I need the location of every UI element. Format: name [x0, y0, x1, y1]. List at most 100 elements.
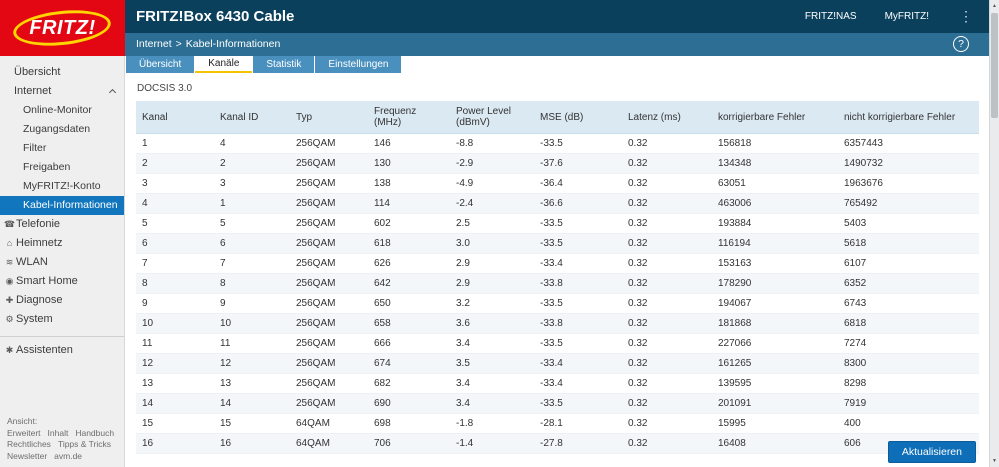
refresh-button[interactable]: Aktualisieren [887, 441, 976, 463]
table-cell: 227066 [712, 333, 838, 354]
table-cell: 139595 [712, 373, 838, 394]
sidebar-item-smart-home[interactable]: ◉ Smart Home [0, 272, 124, 291]
footer-link[interactable]: avm.de [54, 451, 82, 461]
tab-uebersicht[interactable]: Übersicht [126, 56, 195, 73]
table-cell: 116194 [712, 233, 838, 254]
tab-einstellungen[interactable]: Einstellungen [315, 56, 402, 73]
footer-link[interactable]: Rechtliches [7, 439, 51, 449]
table-cell: 650 [368, 293, 450, 314]
table-cell: 130 [368, 153, 450, 174]
table-cell: 10 [136, 313, 214, 334]
sidebar-item-freigaben[interactable]: Freigaben [0, 158, 124, 177]
scroll-up-icon[interactable]: ▲ [990, 0, 999, 12]
table-cell: 0.32 [622, 353, 712, 374]
table-cell: 194067 [712, 293, 838, 314]
table-cell: 256QAM [290, 253, 368, 274]
column-header: Typ [290, 101, 368, 134]
table-cell: 153163 [712, 253, 838, 274]
table-cell: 3.4 [450, 333, 534, 354]
table-row: 3 3 256QAM 138 -4.9 -36.4 0.32 63051 1963676 [136, 173, 979, 194]
table-cell: 8 [136, 273, 214, 294]
tab-kanaele[interactable]: Kanäle [195, 56, 253, 73]
table-cell: 3 [214, 173, 290, 194]
scrollbar[interactable]: ▲ ▼ [989, 0, 999, 467]
table-cell: 0.32 [622, 393, 712, 414]
table-cell: 0.32 [622, 413, 712, 434]
sidebar-item-label: Diagnose [16, 294, 63, 306]
footer-link[interactable]: Handbuch [75, 428, 114, 438]
table-cell: -33.5 [534, 393, 622, 414]
table-cell: 114 [368, 193, 450, 214]
breadcrumb-section[interactable]: Internet [136, 38, 172, 50]
sidebar-item-system[interactable]: ⚙ System [0, 310, 124, 329]
table-cell: 2.9 [450, 273, 534, 294]
table-cell: -8.8 [450, 133, 534, 154]
sidebar-item-label: Smart Home [16, 275, 78, 287]
table-row: 13 13 256QAM 682 3.4 -33.4 0.32 139595 8298 [136, 373, 979, 394]
table-row: 8 8 256QAM 642 2.9 -33.8 0.32 178290 6352 [136, 273, 979, 294]
table-cell: 12 [214, 353, 290, 374]
fritz-logo: FRITZ! [0, 0, 125, 56]
sidebar-item-telefonie[interactable]: ☎Telefonie [0, 215, 124, 234]
footer-link[interactable]: Newsletter [7, 451, 47, 461]
tab-bar: Übersicht Kanäle Statistik Einstellungen [126, 56, 989, 73]
footer-links: Ansicht: Erweitert Inhalt Handbuch Rechtlic… [7, 416, 124, 462]
sidebar-item-uebersicht[interactable]: Übersicht [0, 63, 124, 82]
column-header: nicht korrigierbare Fehler [838, 101, 979, 134]
table-cell: 8300 [838, 353, 979, 374]
sidebar-item-filter[interactable]: Filter [0, 139, 124, 158]
sidebar-item-wlan[interactable]: ≋ WLAN [0, 253, 124, 272]
table-cell: 6 [214, 233, 290, 254]
fritznas-link[interactable]: FRITZ!NAS [805, 11, 857, 22]
table-cell: 3 [136, 173, 214, 194]
table-cell: 674 [368, 353, 450, 374]
sidebar-item-kabel-informationen[interactable]: Kabel-Informationen [0, 196, 124, 215]
table-cell: 6352 [838, 273, 979, 294]
sidebar-item-label: Online-Monitor [23, 104, 92, 116]
sidebar-item-online-monitor[interactable]: Online-Monitor [0, 101, 124, 120]
table-cell: 3.5 [450, 353, 534, 374]
tab-statistik[interactable]: Statistik [253, 56, 315, 73]
sidebar-item-label: Heimnetz [16, 237, 63, 249]
table-cell: 181868 [712, 313, 838, 334]
table-row: 1 4 256QAM 146 -8.8 -33.5 0.32 156818 6357443 [136, 133, 979, 154]
table-cell: 15 [214, 413, 290, 434]
footer-line: Newsletter avm.de [7, 451, 124, 463]
scrollbar-thumb[interactable] [991, 13, 998, 118]
phone-icon: ☎ [3, 219, 16, 229]
table-cell: 7919 [838, 393, 979, 414]
table-cell: 2 [214, 153, 290, 174]
table-cell: 682 [368, 373, 450, 394]
table-cell: 256QAM [290, 373, 368, 394]
sidebar-item-myfritz-konto[interactable]: MyFRITZ!-Konto [0, 177, 124, 196]
sidebar-item-diagnose[interactable]: ✚ Diagnose [0, 291, 124, 310]
table-cell: 7 [214, 253, 290, 274]
sidebar-item-assistenten[interactable]: ✱ Assistenten [0, 341, 124, 360]
kebab-menu-icon[interactable]: ⋮ [959, 8, 973, 25]
sidebar-item-internet[interactable]: Internet [0, 82, 124, 101]
footer-link[interactable]: Inhalt [48, 428, 69, 438]
table-cell: -33.8 [534, 313, 622, 334]
table-cell: 3.6 [450, 313, 534, 334]
table-cell: 0.32 [622, 133, 712, 154]
table-cell: 13 [214, 373, 290, 394]
table-cell: 0.32 [622, 293, 712, 314]
sidebar-item-zugangsdaten[interactable]: Zugangsdaten [0, 120, 124, 139]
table-cell: -33.5 [534, 333, 622, 354]
table-cell: 5 [214, 213, 290, 234]
sidebar: Übersicht Internet Online-Monitor Zugangsda… [0, 56, 125, 467]
footer-link[interactable]: Ansicht: Erweitert [7, 416, 41, 438]
table-cell: 463006 [712, 193, 838, 214]
table-cell: 706 [368, 433, 450, 454]
help-button[interactable]: ? [953, 36, 969, 52]
system-icon: ⚙ [5, 314, 14, 324]
sidebar-item-label: Freigaben [23, 161, 71, 173]
table-cell: 8 [214, 273, 290, 294]
scroll-down-icon[interactable]: ▼ [990, 455, 999, 467]
footer-link[interactable]: Tipps & Tricks [58, 439, 111, 449]
myfritz-link[interactable]: MyFRITZ! [885, 11, 929, 22]
sidebar-divider [0, 336, 124, 337]
column-header: Kanal [136, 101, 214, 134]
table-row: 16 16 64QAM 706 -1.4 -27.8 0.32 16408 606 [136, 433, 979, 454]
sidebar-item-heimnetz[interactable]: ⌂ Heimnetz [0, 234, 124, 253]
